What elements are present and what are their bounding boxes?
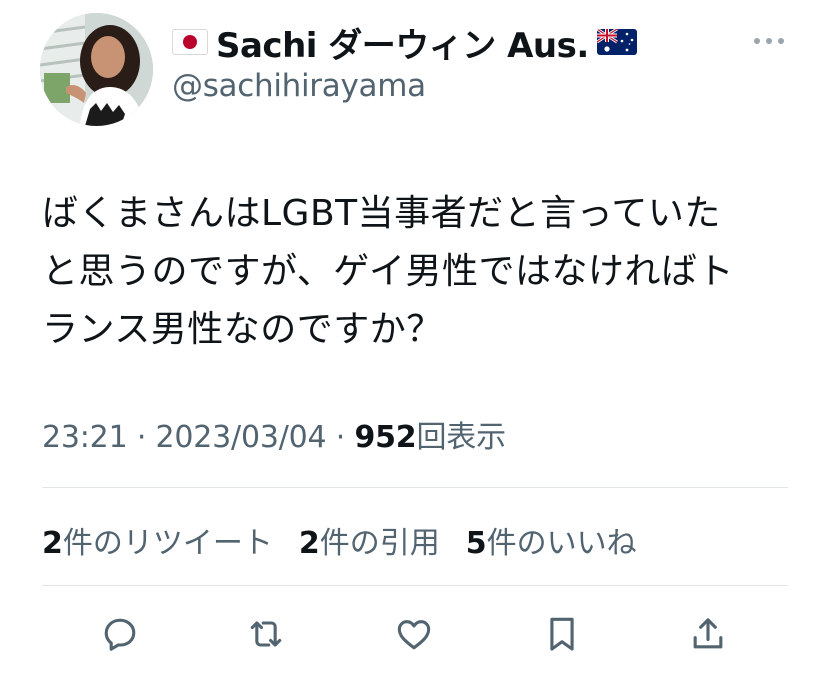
tweet-text: ばくまさんはLGBT当事者だと言っていた と思うのですが、ゲイ男性ではなければト… — [42, 185, 802, 359]
more-dot — [778, 38, 784, 44]
divider — [42, 487, 788, 488]
tweet-date[interactable]: 2023/03/04 — [156, 420, 327, 455]
tweet-text-line: ランス男性なのですか？ — [42, 309, 443, 350]
quotes-count: 2 — [298, 526, 320, 561]
quotes-label: 件の引用 — [319, 526, 440, 561]
display-name-row[interactable]: Sachi ダーウィン Aus. — [172, 18, 637, 67]
quotes-stat[interactable]: 2件の引用 — [299, 518, 440, 562]
retweets-label: 件のリツイート — [62, 526, 273, 561]
engagement-stats: 2件のリツイート 2件の引用 5件のいいね — [42, 518, 663, 562]
share-icon[interactable] — [686, 612, 730, 656]
retweets-stat[interactable]: 2件のリツイート — [42, 518, 273, 562]
likes-label: 件のいいね — [486, 526, 637, 561]
reply-icon[interactable] — [98, 612, 142, 656]
likes-stat[interactable]: 5件のいいね — [466, 518, 637, 562]
user-handle[interactable]: @sachihirayama — [172, 68, 426, 104]
tweet-time[interactable]: 23:21 — [42, 420, 128, 455]
meta-separator: · — [136, 420, 147, 455]
bookmark-icon[interactable] — [540, 612, 584, 656]
more-dot — [766, 38, 772, 44]
retweet-icon[interactable] — [244, 612, 288, 656]
tweet-meta: 23:21 · 2023/03/04 · 952回表示 — [42, 412, 506, 456]
tweet-text-line: と思うのですが、ゲイ男性ではなければト — [42, 251, 735, 292]
japan-flag-icon — [172, 29, 208, 55]
more-dot — [754, 38, 760, 44]
display-name[interactable]: Sachi ダーウィン Aus. — [216, 18, 589, 67]
meta-separator: · — [335, 420, 346, 455]
views-label: 回表示 — [416, 420, 506, 455]
more-options-icon[interactable] — [754, 35, 784, 47]
likes-count: 5 — [465, 526, 487, 561]
like-icon[interactable] — [392, 612, 436, 656]
divider — [42, 585, 788, 586]
views-count: 952 — [354, 420, 417, 455]
retweets-count: 2 — [42, 526, 63, 561]
avatar[interactable] — [40, 13, 153, 126]
tweet-text-line: ばくまさんはLGBT当事者だと言っていた — [42, 193, 721, 234]
australia-flag-icon — [596, 29, 637, 55]
